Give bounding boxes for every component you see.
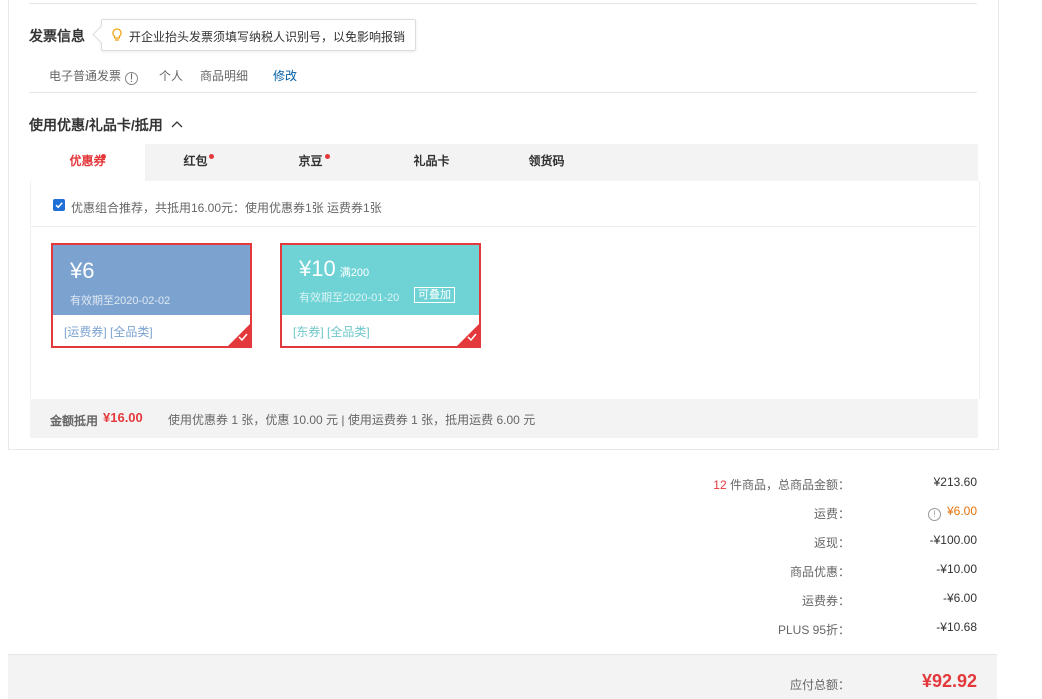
- chevron-up-icon: [171, 115, 183, 131]
- check-icon: [238, 330, 248, 344]
- discount-title-label: 使用优惠/礼品卡/抵用: [29, 117, 163, 133]
- tab-red-packet[interactable]: 红包: [138, 144, 253, 181]
- discount-summary: 金额抵用 ¥16.00 使用优惠券 1 张，优惠 10.00 元 | 使用运费券…: [30, 399, 978, 438]
- tab-label: 礼品卡: [413, 154, 450, 168]
- info-icon[interactable]: !: [927, 508, 941, 521]
- goods-total-label: 12 件商品，总商品金额：: [713, 476, 850, 493]
- recommend-text: 优惠组合推荐，共抵用16.00元：使用优惠券1张 运费券1张: [71, 201, 382, 215]
- tab-jingdou[interactable]: 京豆: [253, 144, 368, 181]
- tab-gift-card[interactable]: 礼品卡: [374, 144, 489, 181]
- invoice-holder: 个人: [159, 69, 184, 83]
- tab-label: 红包: [183, 154, 208, 168]
- cashback-label: 返现：: [813, 536, 850, 550]
- coupon-tags: [运费券] [全品类]: [64, 325, 153, 339]
- coupon-amount: ¥10: [299, 256, 336, 281]
- goods-total-value: ¥213.60: [933, 475, 977, 489]
- item-count: 12: [713, 478, 727, 492]
- freight-label: 运费：: [813, 507, 850, 521]
- coupon-amount-wrap: ¥10 满200: [299, 256, 369, 282]
- freight-coupon-label: 运费券：: [801, 594, 850, 608]
- tab-dot: [209, 154, 214, 159]
- lightbulb-icon: [111, 28, 123, 45]
- tab-dot: [101, 154, 106, 159]
- payable-value: ¥92.92: [921, 671, 977, 691]
- panel-divider: [31, 226, 977, 227]
- item-count-suffix: 件商品，总商品金额：: [726, 478, 850, 492]
- invoice-edit-link[interactable]: 修改: [273, 67, 297, 84]
- freight-value-wrap: ! ¥6.00: [927, 504, 977, 521]
- invoice-title: 发票信息: [29, 28, 85, 44]
- coupon-expiry: 有效期至2020-01-20: [299, 292, 400, 304]
- tab-redeem-code[interactable]: 领货码: [489, 144, 604, 181]
- coupon-expiry: 有效期至2020-02-02: [70, 295, 171, 307]
- invoice-divider: [29, 92, 977, 93]
- payable-label: 应付总额：: [789, 678, 850, 692]
- cashback-value: -¥100.00: [929, 533, 977, 547]
- coupon-card-jd[interactable]: ¥10 满200 有效期至2020-01-20 可叠加 [东券] [全品类]: [280, 243, 481, 348]
- tab-label: 京豆: [298, 154, 323, 168]
- summary-label: 金额抵用: [50, 414, 99, 428]
- summary-amount: ¥16.00: [103, 410, 143, 425]
- freight-coupon-value: -¥6.00: [942, 591, 977, 605]
- check-icon: [55, 202, 63, 209]
- invoice-tooltip: 开企业抬头发票须填写纳税人识别号，以免影响报销: [101, 19, 416, 51]
- coupon-tags: [东券] [全品类]: [293, 325, 370, 339]
- coupon-card-freight[interactable]: ¥6 有效期至2020-02-02 [运费券] [全品类]: [51, 243, 252, 348]
- tab-coupon[interactable]: 优惠券: [30, 144, 145, 181]
- tab-label: 领货码: [528, 154, 565, 168]
- tab-dot: [325, 154, 330, 159]
- invoice-type: 电子普通发票!: [49, 67, 139, 85]
- plus-discount-value: -¥10.68: [936, 620, 977, 634]
- freight-value: ¥6.00: [946, 504, 977, 518]
- product-discount-label: 商品优惠：: [789, 565, 850, 579]
- stackable-badge: 可叠加: [414, 287, 455, 303]
- check-icon: [467, 330, 477, 344]
- top-divider: [29, 3, 977, 4]
- invoice-type-label: 电子普通发票: [49, 69, 122, 83]
- tooltip-text: 开企业抬头发票须填写纳税人识别号，以免影响报销: [129, 30, 406, 44]
- discount-title[interactable]: 使用优惠/礼品卡/抵用: [29, 115, 183, 135]
- product-discount-value: -¥10.00: [936, 562, 977, 576]
- recommend-checkbox[interactable]: [53, 199, 65, 211]
- coupon-condition: 满200: [339, 267, 370, 279]
- info-icon[interactable]: !: [125, 72, 139, 85]
- invoice-content: 商品明细: [200, 69, 249, 83]
- plus-discount-label: PLUS 95折：: [777, 623, 850, 637]
- discount-tabs: 优惠券 红包 京豆 礼品卡 领货码: [30, 144, 978, 181]
- coupon-amount: ¥6: [70, 258, 95, 283]
- summary-detail: 使用优惠券 1 张，优惠 10.00 元 | 使用运费券 1 张，抵用运费 6.…: [168, 413, 536, 427]
